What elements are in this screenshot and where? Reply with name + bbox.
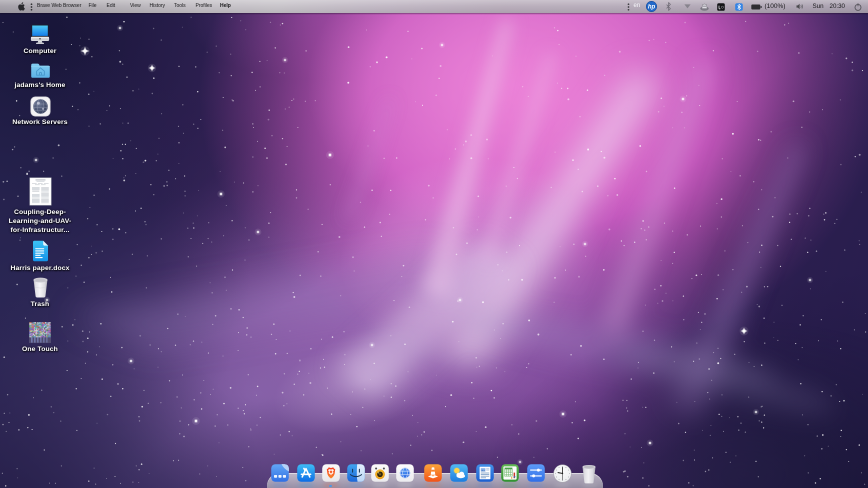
svg-text:hp: hp	[648, 5, 656, 11]
